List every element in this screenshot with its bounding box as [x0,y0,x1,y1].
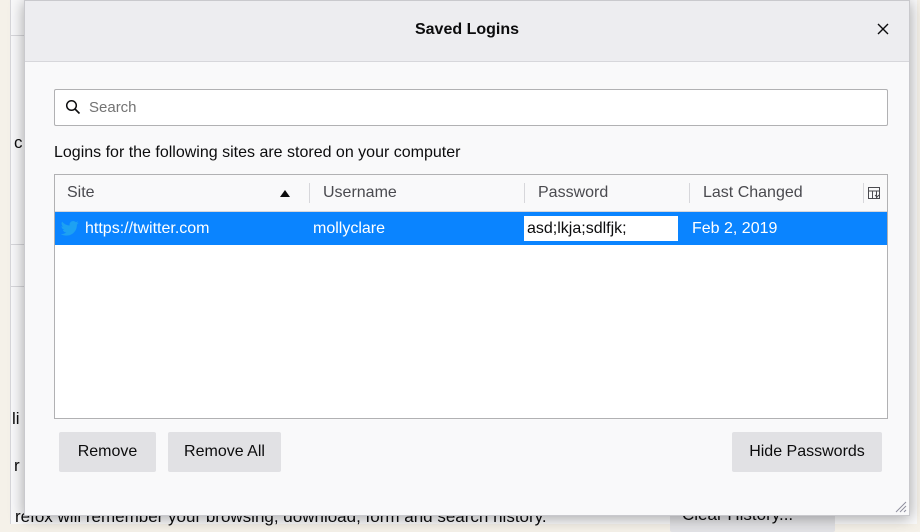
column-header-label: Site [67,184,95,201]
column-separator[interactable] [524,183,525,203]
column-separator[interactable] [863,183,864,203]
sort-ascending-icon [280,190,290,197]
hide-passwords-button[interactable]: Hide Passwords [732,432,882,472]
remove-all-button[interactable]: Remove All [168,432,281,472]
column-header-label: Username [323,184,397,201]
remove-button[interactable]: Remove [59,432,156,472]
table-header: Site Username Password Last Changed [55,175,887,212]
saved-logins-dialog: Saved Logins Logins for the following si… [24,0,910,516]
column-header-last-changed[interactable]: Last Changed [703,175,853,211]
background-letter: li [12,409,20,428]
search-icon [65,99,81,115]
twitter-icon [61,221,79,236]
column-separator[interactable] [309,183,310,203]
search-box[interactable] [54,89,888,126]
background-letter: c [14,133,23,152]
column-header-label: Last Changed [703,184,803,201]
dialog-titlebar: Saved Logins [25,1,909,62]
password-field[interactable] [524,216,678,241]
last-changed-cell: Feb 2, 2019 [692,220,778,237]
logins-table: Site Username Password Last Changed http… [54,174,888,419]
column-header-label: Password [538,184,609,201]
dialog-title: Saved Logins [414,21,520,38]
close-button[interactable] [871,17,895,41]
table-row[interactable]: https://twitter.com mollyclare Feb 2, 20… [55,212,887,245]
column-separator[interactable] [689,183,690,203]
column-picker-icon[interactable] [867,186,881,200]
logins-description: Logins for the following sites are store… [54,144,461,161]
search-input[interactable] [87,90,881,125]
column-header-password[interactable]: Password [538,175,688,211]
column-header-username[interactable]: Username [323,175,523,211]
site-cell: https://twitter.com [85,220,210,237]
username-cell: mollyclare [313,220,386,237]
background-letter: r [14,456,20,475]
column-header-site[interactable]: Site [67,175,307,211]
resize-grip-icon[interactable] [893,499,907,513]
close-icon [877,23,889,35]
